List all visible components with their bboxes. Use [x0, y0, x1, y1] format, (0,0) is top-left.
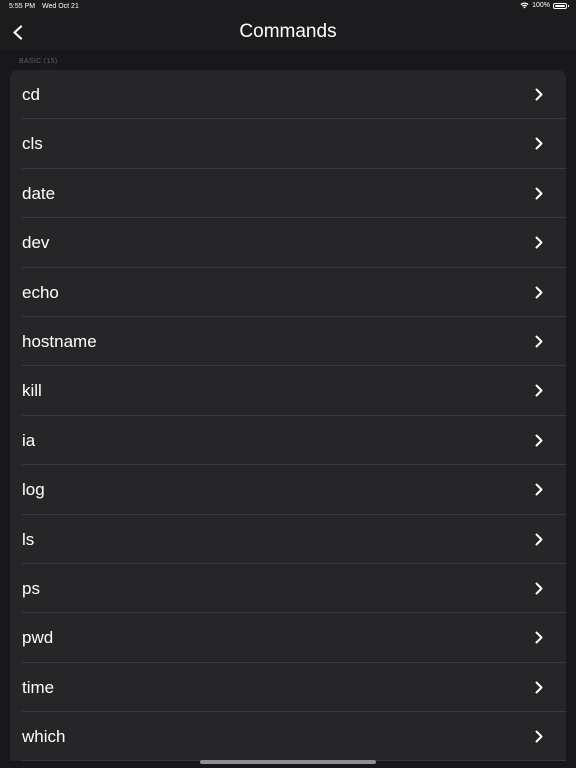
status-bar: 5:55 PM Wed Oct 21 100% [0, 0, 576, 14]
status-time: 5:55 PM [9, 3, 36, 10]
commands-list: cd cls date dev echo hostname kill ia log ls ps pwd… [10, 70, 566, 762]
command-row-date[interactable]: date [10, 169, 566, 219]
chevron-right-icon [535, 631, 543, 644]
battery-icon [553, 2, 569, 9]
status-indicators: 100% [520, 2, 569, 9]
command-row-log[interactable]: log [10, 465, 566, 515]
command-label: cls [22, 134, 43, 154]
chevron-right-icon [535, 236, 543, 249]
chevron-right-icon [535, 483, 543, 496]
command-label: log [22, 480, 45, 500]
chevron-right-icon [535, 730, 543, 743]
command-label: which [22, 727, 66, 747]
command-row-ls[interactable]: ls [10, 515, 566, 565]
command-label: time [22, 677, 55, 697]
command-label: pwd [22, 628, 54, 648]
chevron-right-icon [535, 582, 543, 595]
command-row-kill[interactable]: kill [10, 366, 566, 417]
command-row-ia[interactable]: ia [10, 416, 566, 466]
command-row-cd[interactable]: cd [10, 70, 566, 120]
command-row-dev[interactable]: dev [10, 218, 566, 268]
chevron-right-icon [535, 286, 543, 299]
page-title: Commands [239, 21, 337, 42]
command-row-hostname[interactable]: hostname [10, 317, 566, 367]
command-label: dev [22, 233, 50, 253]
command-label: hostname [22, 331, 97, 351]
command-label: date [22, 183, 56, 203]
commands-list-view[interactable]: BASIC (15) cd cls date dev echo hostname kill i… [0, 50, 576, 768]
command-row-which[interactable]: which [10, 712, 566, 762]
chevron-right-icon [535, 384, 543, 397]
command-label: kill [22, 381, 42, 401]
command-row-echo[interactable]: echo [10, 268, 566, 318]
command-label: echo [22, 282, 59, 302]
command-row-time[interactable]: time [10, 663, 566, 713]
command-label: ls [22, 529, 35, 549]
chevron-right-icon [535, 88, 543, 101]
chevron-right-icon [535, 434, 543, 447]
command-label: ps [22, 578, 40, 598]
battery-percentage: 100% [532, 2, 550, 9]
chevron-right-icon [535, 137, 543, 150]
chevron-right-icon [535, 335, 543, 348]
command-label: cd [22, 85, 40, 104]
command-row-pwd[interactable]: pwd [10, 613, 566, 664]
section-header: BASIC (15) [19, 58, 58, 65]
chevron-right-icon [535, 533, 543, 546]
command-row-ps[interactable]: ps [10, 564, 566, 614]
chevron-right-icon [535, 187, 543, 200]
status-date: Wed Oct 21 [42, 3, 79, 10]
navigation-bar: Commands [0, 14, 576, 50]
command-label: ia [22, 430, 36, 450]
command-row-cls[interactable]: cls [10, 119, 566, 170]
home-indicator[interactable] [200, 760, 376, 764]
chevron-right-icon [535, 681, 543, 694]
wifi-icon [520, 2, 529, 9]
